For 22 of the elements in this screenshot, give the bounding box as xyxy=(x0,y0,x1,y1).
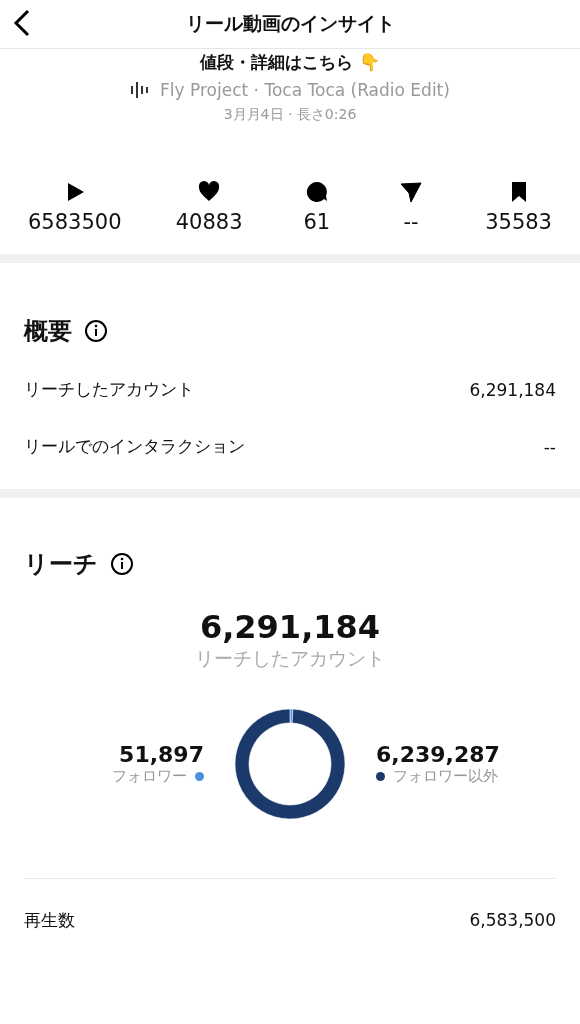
metric-label: リールでのインタラクション xyxy=(24,435,245,458)
reach-total-label: リーチしたアカウント xyxy=(195,646,385,671)
section-title: リーチ xyxy=(24,549,98,580)
stat-value: 40883 xyxy=(175,210,243,234)
metric-value: -- xyxy=(543,436,556,457)
page-title: リール動画のインサイト xyxy=(185,11,395,36)
stat-value: 6583500 xyxy=(28,210,122,234)
section-title: 概要 xyxy=(24,316,72,347)
stat-value: -- xyxy=(403,210,419,234)
metric-label: リーチしたアカウント xyxy=(24,378,194,401)
legend-label: フォロワー以外 xyxy=(393,767,498,786)
legend-value: 51,897 xyxy=(119,742,204,767)
metric-label: 再生数 xyxy=(24,908,75,932)
stat-value: 61 xyxy=(303,210,331,234)
metric-value: 6,291,184 xyxy=(469,379,556,400)
caption: 値段・詳細はこちら 👇 xyxy=(200,51,380,74)
legend-value: 6,239,287 xyxy=(376,742,500,767)
legend-label: フォロワー xyxy=(112,767,187,786)
post-meta: 3月月4日 · 長さ0:26 xyxy=(223,106,357,124)
metric-value: 6,583,500 xyxy=(469,910,556,930)
reach-total: 6,291,184 xyxy=(199,608,381,646)
stat-value: 35583 xyxy=(485,210,552,234)
